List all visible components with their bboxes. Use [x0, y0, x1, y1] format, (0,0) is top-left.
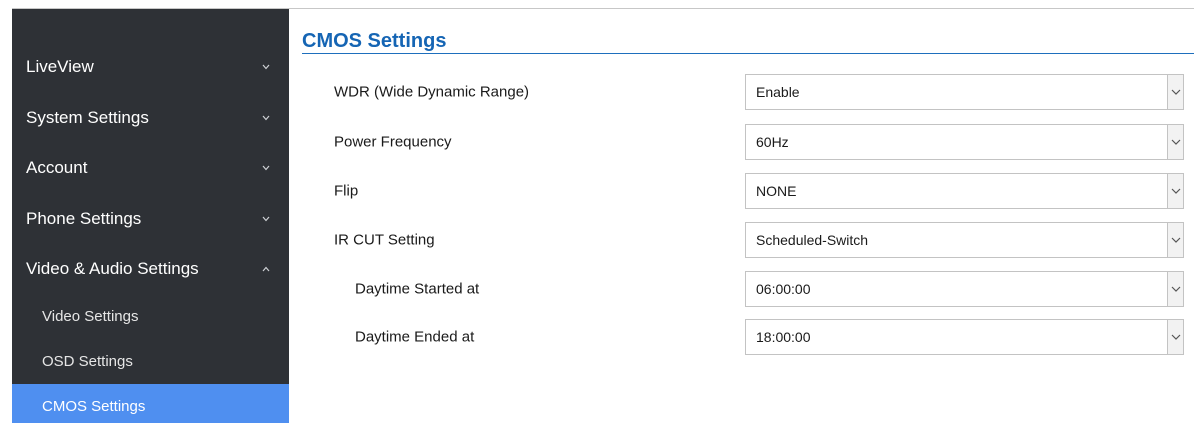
wdr-select-value: Enable: [756, 84, 800, 100]
ir-cut-label: IR CUT Setting: [334, 231, 435, 249]
dropdown-arrow-icon: [1167, 75, 1183, 109]
settings-row-power-frequency: Power Frequency 60Hz: [289, 124, 1194, 160]
dropdown-arrow-icon: [1167, 272, 1183, 306]
daytime-started-select-value: 06:00:00: [756, 281, 811, 297]
flip-select-value: NONE: [756, 183, 797, 199]
dropdown-arrow-icon: [1167, 320, 1183, 354]
sidebar-subitem-label: Video Settings: [42, 308, 139, 326]
chevron-up-icon: [262, 265, 270, 273]
settings-row-wdr: WDR (Wide Dynamic Range) Enable: [289, 74, 1194, 110]
main-content: CMOS Settings WDR (Wide Dynamic Range) E…: [289, 9, 1194, 423]
sidebar-subitem-cmos-settings[interactable]: CMOS Settings: [12, 383, 289, 423]
sidebar-subitem-label: OSD Settings: [42, 352, 133, 370]
settings-row-flip: Flip NONE: [289, 173, 1194, 209]
page: LiveView System Settings Account Phone S…: [0, 0, 1194, 423]
dropdown-arrow-icon: [1167, 125, 1183, 159]
settings-row-daytime-started: Daytime Started at 06:00:00: [289, 271, 1194, 307]
sidebar-item-label: LiveView: [26, 57, 94, 77]
page-title: CMOS Settings: [302, 30, 447, 52]
daytime-started-label: Daytime Started at: [355, 280, 480, 298]
chevron-down-icon: [262, 164, 270, 172]
wdr-label: WDR (Wide Dynamic Range): [334, 83, 530, 101]
sidebar-item-label: Account: [26, 158, 88, 178]
daytime-ended-label: Daytime Ended at: [355, 328, 475, 346]
sidebar-item-phone-settings[interactable]: Phone Settings: [12, 194, 289, 245]
title-divider: [302, 53, 1194, 54]
power-frequency-label: Power Frequency: [334, 133, 452, 151]
dropdown-arrow-icon: [1167, 223, 1183, 257]
daytime-ended-select[interactable]: 18:00:00: [745, 319, 1184, 355]
sidebar-item-account[interactable]: Account: [12, 143, 289, 194]
sidebar-item-video-audio-settings[interactable]: Video & Audio Settings: [12, 244, 289, 295]
sidebar-subitem-label: CMOS Settings: [42, 398, 146, 415]
sidebar-item-system-settings[interactable]: System Settings: [12, 93, 289, 144]
sidebar-item-label: Video & Audio Settings: [26, 259, 199, 279]
wdr-select[interactable]: Enable: [745, 74, 1184, 110]
flip-select[interactable]: NONE: [745, 173, 1184, 209]
chevron-down-icon: [262, 114, 270, 122]
power-frequency-select-value: 60Hz: [756, 134, 789, 150]
sidebar-item-label: System Settings: [26, 107, 149, 127]
chevron-down-icon: [262, 63, 270, 71]
ir-cut-select[interactable]: Scheduled-Switch: [745, 222, 1184, 258]
sidebar-subitem-video-settings[interactable]: Video Settings: [12, 295, 289, 340]
ir-cut-select-value: Scheduled-Switch: [756, 232, 869, 248]
daytime-ended-select-value: 18:00:00: [756, 329, 811, 345]
settings-row-ir-cut: IR CUT Setting Scheduled-Switch: [289, 222, 1194, 258]
flip-label: Flip: [334, 182, 359, 200]
sidebar-item-label: Phone Settings: [26, 208, 142, 228]
daytime-started-select[interactable]: 06:00:00: [745, 271, 1184, 307]
settings-row-daytime-ended: Daytime Ended at 18:00:00: [289, 319, 1194, 355]
dropdown-arrow-icon: [1167, 174, 1183, 208]
sidebar-subitem-osd-settings[interactable]: OSD Settings: [12, 339, 289, 384]
power-frequency-select[interactable]: 60Hz: [745, 124, 1184, 160]
sidebar: LiveView System Settings Account Phone S…: [12, 9, 289, 423]
chevron-down-icon: [262, 215, 270, 223]
sidebar-item-liveview[interactable]: LiveView: [12, 42, 289, 93]
